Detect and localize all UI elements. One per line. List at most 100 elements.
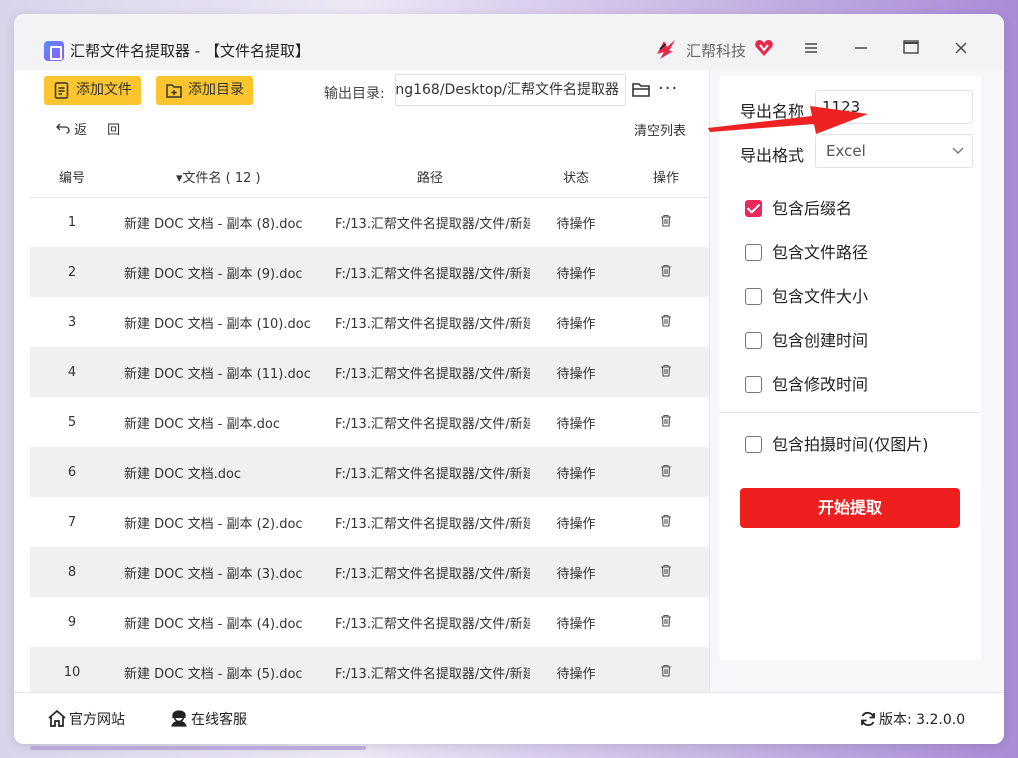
start-extract-button[interactable]: 开始提取 [740,488,960,528]
row-path: F:/13.汇帮文件名提取器/文件/新建... [330,347,530,397]
table-row[interactable]: 8 新建 DOC 文档 - 副本 (3).doc F:/13.汇帮文件名提取器/… [30,547,710,597]
trash-icon[interactable] [660,414,672,427]
trash-icon[interactable] [660,264,672,277]
row-index: 7 [67,514,77,530]
row-action [622,447,710,497]
footer-bar: 官方网站 在线客服 版本: 3.2.0.0 [14,692,1004,744]
row-action [622,297,710,347]
trash-icon[interactable] [660,214,672,227]
back-button[interactable]: 返回 [56,119,120,138]
header-action: 操作 [622,157,710,198]
header-index: 编号 [30,157,114,198]
trash-icon[interactable] [660,314,672,327]
row-status: 待操作 [530,247,622,297]
export-format-select[interactable]: Excel [815,134,973,168]
back-icon [56,122,70,138]
official-website-label: 官方网站 [69,712,125,728]
row-status: 待操作 [556,616,596,632]
title-bar: 汇帮文件名提取器 - 【文件名提取】 汇帮科技 [14,14,1004,70]
horizontal-scrollbar[interactable] [30,746,366,750]
row-path: F:/13.汇帮文件名提取器/文件/新建... [335,316,530,332]
header-status: 状态 [530,157,622,198]
row-status: 待操作 [556,316,596,332]
table-row[interactable]: 4 新建 DOC 文档 - 副本 (11).doc F:/13.汇帮文件名提取器… [30,347,710,397]
row-filename: 新建 DOC 文档 - 副本.doc [124,416,281,432]
settings-divider [719,412,981,413]
trash-icon[interactable] [660,614,672,627]
menu-icon[interactable] [798,36,824,62]
option-label: 包含修改时间 [772,375,869,394]
option-label: 包含拍摄时间(仅图片) [772,435,929,454]
table-row[interactable]: 6 新建 DOC 文档.doc F:/13.汇帮文件名提取器/文件/新建... … [30,447,710,497]
chevron-down-icon [952,135,964,179]
header-path: 路径 [330,157,530,198]
trash-icon[interactable] [660,364,672,377]
output-dir-input[interactable]: ang168/Desktop/汇帮文件名提取器 [395,74,626,106]
add-file-icon [54,82,69,99]
row-path: F:/13.汇帮文件名提取器/文件/新建... [335,216,530,232]
row-path: F:/13.汇帮文件名提取器/文件/新建... [335,616,530,632]
row-status: 待操作 [530,347,622,397]
official-website-link[interactable]: 官方网站 [48,709,125,729]
window-title: 汇帮文件名提取器 - 【文件名提取】 [70,42,310,60]
option-include-extension[interactable]: 包含后缀名 [745,195,853,218]
row-action [622,397,710,447]
option-include-path[interactable]: 包含文件路径 [745,239,868,262]
add-directory-button[interactable]: 添加目录 [156,76,253,105]
table-row[interactable]: 9 新建 DOC 文档 - 副本 (4).doc F:/13.汇帮文件名提取器/… [30,597,710,647]
more-icon[interactable]: ··· [658,78,678,99]
vip-heart-icon[interactable] [754,39,774,57]
row-status: 待操作 [556,216,596,232]
checkbox-include-path[interactable] [745,244,762,261]
row-action [622,647,710,697]
version-label: 版本: [879,712,912,728]
online-service-link[interactable]: 在线客服 [170,709,247,729]
row-status: 待操作 [530,647,622,697]
home-icon [48,709,66,727]
option-include-shot-time[interactable]: 包含拍摄时间(仅图片) [745,431,929,454]
checkbox-include-extension[interactable] [745,200,762,217]
checkbox-include-created-time[interactable] [745,332,762,349]
add-file-label: 添加文件 [76,82,132,98]
maximize-icon[interactable] [898,36,924,62]
file-table: 编号 ▾文件名 ( 12 ) 路径 状态 操作 1 新建 DOC 文档 - 副本… [30,157,710,697]
trash-icon[interactable] [660,664,672,677]
add-directory-label: 添加目录 [188,82,244,98]
add-file-button[interactable]: 添加文件 [44,76,141,105]
option-include-created-time[interactable]: 包含创建时间 [745,327,869,350]
trash-icon[interactable] [660,514,672,527]
version-value: 3.2.0.0 [916,712,966,728]
checkbox-include-shot-time[interactable] [745,436,762,453]
row-index: 3 [67,314,77,330]
row-index: 6 [30,447,114,497]
file-list-panel: 添加文件 添加目录 输出目录: ang168/Desktop/汇帮文件名提取器 … [30,70,710,697]
table-row[interactable]: 5 新建 DOC 文档 - 副本.doc F:/13.汇帮文件名提取器/文件/新… [30,397,710,447]
row-index: 2 [30,247,114,297]
checkbox-include-size[interactable] [745,288,762,305]
option-include-size[interactable]: 包含文件大小 [745,283,868,306]
table-row[interactable]: 2 新建 DOC 文档 - 副本 (9).doc F:/13.汇帮文件名提取器/… [30,247,710,297]
row-status: 待操作 [530,447,622,497]
table-row[interactable]: 10 新建 DOC 文档 - 副本 (5).doc F:/13.汇帮文件名提取器… [30,647,710,697]
table-row[interactable]: 1 新建 DOC 文档 - 副本 (8).doc F:/13.汇帮文件名提取器/… [30,197,710,247]
row-index: 5 [67,414,77,430]
table-row[interactable]: 7 新建 DOC 文档 - 副本 (2).doc F:/13.汇帮文件名提取器/… [30,497,710,547]
folder-icon[interactable] [632,82,650,97]
clear-list-button[interactable]: 清空列表 [634,120,686,139]
table-row[interactable]: 3 新建 DOC 文档 - 副本 (10).doc F:/13.汇帮文件名提取器… [30,297,710,347]
version-info[interactable]: 版本: 3.2.0.0 [860,709,965,729]
trash-icon[interactable] [660,464,672,477]
option-label: 包含创建时间 [772,331,869,350]
checkbox-include-modified-time[interactable] [745,376,762,393]
row-filename: 新建 DOC 文档.doc [114,447,330,497]
export-format-label: 导出格式 [740,146,805,165]
close-icon[interactable] [948,36,974,62]
trash-icon[interactable] [660,564,672,577]
row-path: F:/13.汇帮文件名提取器/文件/新建... [335,416,530,432]
option-label: 包含后缀名 [772,199,853,218]
option-include-modified-time[interactable]: 包含修改时间 [745,371,869,394]
minimize-icon[interactable] [848,36,874,62]
header-name[interactable]: ▾文件名 ( 12 ) [114,157,330,198]
add-folder-icon [166,84,182,98]
app-icon [44,41,64,61]
